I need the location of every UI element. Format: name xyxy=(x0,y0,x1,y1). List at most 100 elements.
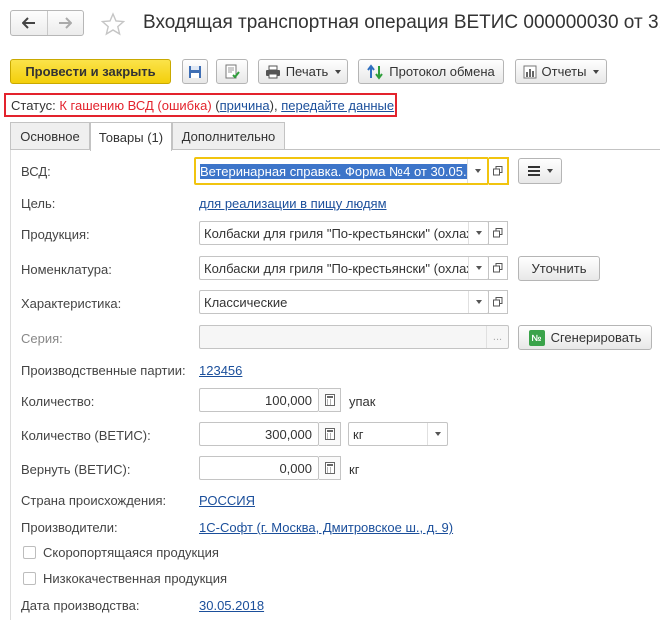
vsd-dropdown-button[interactable] xyxy=(467,159,487,183)
perishable-label: Скоропортящаяся продукция xyxy=(43,545,219,560)
panel-border xyxy=(10,150,11,620)
tab-additional[interactable]: Дополнительно xyxy=(172,122,285,150)
generate-icon: № xyxy=(528,329,545,346)
menu-icon xyxy=(527,166,540,176)
vsd-value: Ветеринарная справка. Форма №4 от 30.05.… xyxy=(200,163,467,179)
low-quality-label: Низкокачественная продукция xyxy=(43,571,228,586)
favorite-button[interactable] xyxy=(100,12,126,36)
generate-button[interactable]: № Сгенерировать xyxy=(518,325,652,350)
return-vetis-label: Вернуть (ВЕТИС): xyxy=(21,462,131,477)
arrow-left-icon xyxy=(21,17,35,29)
product-value: Колбаски для гриля "По-крестьянски" (охл… xyxy=(204,225,468,241)
chevron-down-icon xyxy=(593,69,600,74)
quantity-vetis-value: 300,000 xyxy=(265,426,312,442)
series-label: Серия: xyxy=(21,331,63,346)
tab-goods[interactable]: Товары (1) xyxy=(90,122,172,151)
characteristic-select[interactable]: Классические xyxy=(199,290,489,314)
production-date-link[interactable]: 30.05.2018 xyxy=(199,598,264,613)
refine-button[interactable]: Уточнить xyxy=(518,256,600,281)
return-vetis-unit: кг xyxy=(349,462,360,477)
quantity-label: Количество: xyxy=(21,394,95,409)
star-icon xyxy=(100,12,126,36)
return-vetis-input[interactable]: 0,000 xyxy=(199,456,319,480)
navigation-buttons xyxy=(10,10,84,36)
calculator-icon xyxy=(324,394,335,406)
series-choose-button[interactable]: ... xyxy=(486,326,508,348)
exchange-protocol-label: Протокол обмена xyxy=(389,64,495,79)
tab-main[interactable]: Основное xyxy=(10,122,90,150)
save-button[interactable] xyxy=(182,59,208,84)
document-post-icon xyxy=(225,64,240,78)
quantity-vetis-label: Количество (ВЕТИС): xyxy=(21,428,151,443)
production-date-label: Дата производства: xyxy=(21,598,140,613)
open-icon xyxy=(493,166,503,176)
product-dropdown-button[interactable] xyxy=(468,222,488,244)
unit-dropdown-button[interactable] xyxy=(427,423,447,445)
characteristic-value: Классические xyxy=(204,294,288,310)
chevron-down-icon xyxy=(335,69,342,74)
open-icon xyxy=(493,263,503,273)
post-button[interactable] xyxy=(216,59,248,84)
return-vetis-calculator-button[interactable] xyxy=(319,456,341,480)
producers-link[interactable]: 1С-Софт (г. Москва, Дмитровское ш., д. 9… xyxy=(199,520,453,535)
return-vetis-value: 0,000 xyxy=(279,460,312,476)
low-quality-checkbox[interactable] xyxy=(23,572,36,585)
nomenclature-select[interactable]: Колбаски для гриля "По-крестьянски" (охл… xyxy=(199,256,489,280)
arrow-right-icon xyxy=(59,17,73,29)
quantity-input[interactable]: 100,000 xyxy=(199,388,319,412)
exchange-icon xyxy=(367,63,384,80)
quantity-vetis-input[interactable]: 300,000 xyxy=(199,422,319,446)
status-bar: Статус: К гашению ВСД (ошибка) ( причина… xyxy=(4,93,397,117)
status-prefix: Статус: xyxy=(11,97,56,113)
nomenclature-value: Колбаски для гриля "По-крестьянски" (охл… xyxy=(204,260,468,276)
goal-label: Цель: xyxy=(21,196,56,211)
reports-label: Отчеты xyxy=(541,64,587,79)
reports-button[interactable]: Отчеты xyxy=(515,59,607,84)
print-button[interactable]: Печать xyxy=(258,59,348,84)
series-input[interactable]: ... xyxy=(199,325,509,349)
vsd-menu-button[interactable] xyxy=(518,158,562,184)
nomenclature-dropdown-button[interactable] xyxy=(468,257,488,279)
chevron-down-icon xyxy=(546,169,553,173)
calculator-icon xyxy=(324,428,335,440)
printer-icon xyxy=(265,65,280,78)
status-separator: ), xyxy=(269,97,278,113)
back-button[interactable] xyxy=(11,11,47,35)
reason-link[interactable]: причина xyxy=(220,98,270,113)
characteristic-label: Характеристика: xyxy=(21,296,122,311)
generate-label: Сгенерировать xyxy=(550,330,642,345)
nomenclature-label: Номенклатура: xyxy=(21,262,112,277)
floppy-icon xyxy=(189,65,201,78)
vsd-select[interactable]: Ветеринарная справка. Форма №4 от 30.05.… xyxy=(194,157,489,185)
exchange-protocol-button[interactable]: Протокол обмена xyxy=(358,59,504,84)
quantity-vetis-calculator-button[interactable] xyxy=(319,422,341,446)
product-open-button[interactable] xyxy=(488,221,508,245)
calculator-icon xyxy=(324,462,335,474)
open-icon xyxy=(493,228,503,238)
post-and-close-button[interactable]: Провести и закрыть xyxy=(10,59,171,84)
batches-link[interactable]: 123456 xyxy=(199,363,242,378)
quantity-unit: упак xyxy=(349,394,376,409)
quantity-vetis-unit: кг xyxy=(353,426,364,442)
nomenclature-open-button[interactable] xyxy=(488,256,508,280)
goal-link[interactable]: для реализации в пищу людям xyxy=(199,196,387,211)
producers-label: Производители: xyxy=(21,520,118,535)
reports-icon xyxy=(523,65,537,78)
vsd-open-button[interactable] xyxy=(489,157,509,185)
send-data-link[interactable]: передайте данные xyxy=(281,98,394,113)
forward-button[interactable] xyxy=(46,11,84,35)
product-select[interactable]: Колбаски для гриля "По-крестьянски" (охл… xyxy=(199,221,489,245)
characteristic-dropdown-button[interactable] xyxy=(468,291,488,313)
quantity-value: 100,000 xyxy=(265,392,312,408)
open-icon xyxy=(493,297,503,307)
page-title: Входящая транспортная операция ВЕТИС 000… xyxy=(143,12,660,33)
country-label: Страна происхождения: xyxy=(21,493,167,508)
characteristic-open-button[interactable] xyxy=(488,290,508,314)
quantity-calculator-button[interactable] xyxy=(319,388,341,412)
country-link[interactable]: РОССИЯ xyxy=(199,493,255,508)
perishable-checkbox[interactable] xyxy=(23,546,36,559)
quantity-vetis-unit-select[interactable]: кг xyxy=(348,422,448,446)
batches-label: Производственные партии: xyxy=(21,363,186,378)
vsd-label: ВСД: xyxy=(21,164,51,179)
status-error-text: К гашению ВСД (ошибка) xyxy=(59,97,212,113)
